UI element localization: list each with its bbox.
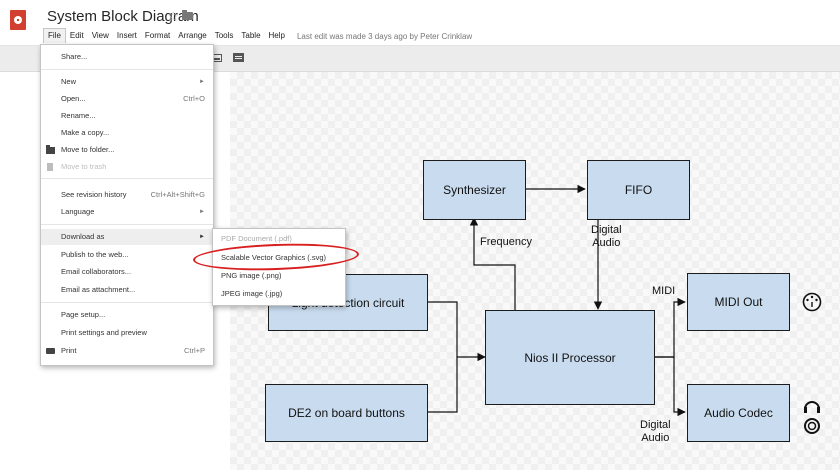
- menu-item-rename[interactable]: Rename...: [41, 108, 213, 124]
- menu-item-new[interactable]: New ►: [41, 74, 213, 90]
- node-audio-codec[interactable]: Audio Codec: [687, 384, 790, 442]
- edge-nios-audio: [654, 356, 686, 417]
- edge-nios-midi: [654, 297, 686, 358]
- node-synthesizer[interactable]: Synthesizer: [423, 160, 526, 220]
- submenu-arrow-icon: ►: [199, 79, 205, 85]
- menu-separator: [41, 224, 213, 225]
- node-buttons[interactable]: DE2 on board buttons: [265, 384, 428, 442]
- label-digital-audio-top: Digital Audio: [591, 224, 622, 249]
- folder-icon: [46, 145, 55, 154]
- node-fifo[interactable]: FIFO: [587, 160, 690, 220]
- label-midi: MIDI: [652, 285, 676, 297]
- menu-item-language[interactable]: Language ►: [41, 204, 213, 220]
- menu-separator: [41, 302, 213, 303]
- menu-item-email-attachment[interactable]: Email as attachment...: [41, 282, 213, 298]
- menu-separator: [41, 178, 213, 179]
- node-nios-processor[interactable]: Nios II Processor: [485, 310, 655, 405]
- menu-item-email-collaborators[interactable]: Email collaborators...: [41, 264, 213, 280]
- menu-item-publish[interactable]: Publish to the web...: [41, 247, 213, 263]
- menu-item-move-to-folder[interactable]: Move to folder...: [41, 142, 213, 158]
- trash-icon: [47, 163, 53, 171]
- menu-item-revision-history[interactable]: See revision history Ctrl+Alt+Shift+G: [41, 187, 213, 203]
- label-frequency: Frequency: [480, 236, 532, 248]
- submenu-item-jpeg[interactable]: JPEG image (.jpg): [213, 285, 345, 302]
- menu-item-print-settings[interactable]: Print settings and preview: [41, 325, 213, 341]
- midi-connector-icon: [802, 292, 822, 312]
- edge-buttons-nios: [427, 357, 458, 413]
- node-midi-out[interactable]: MIDI Out: [687, 273, 790, 331]
- menu-item-share[interactable]: Share...: [41, 49, 213, 65]
- menu-item-open[interactable]: Open... Ctrl+O: [41, 91, 213, 107]
- submenu-arrow-icon: ►: [199, 234, 205, 240]
- printer-icon: [46, 348, 55, 354]
- file-menu: Share... New ► Open... Ctrl+O Rename... Ma…: [40, 44, 214, 366]
- menu-item-move-to-trash: Move to trash: [41, 159, 213, 175]
- menu-separator: [41, 69, 213, 70]
- menu-item-download-as[interactable]: Download as ►: [41, 229, 213, 245]
- menu-item-make-copy[interactable]: Make a copy...: [41, 125, 213, 141]
- menu-item-print[interactable]: Print Ctrl+P: [41, 343, 213, 359]
- submenu-arrow-icon: ►: [199, 209, 205, 215]
- label-digital-audio-bottom: Digital Audio: [640, 419, 671, 444]
- edge-light-nios: [427, 301, 486, 362]
- headphones-icon: [804, 401, 820, 434]
- edge-nios-synth: [469, 217, 516, 310]
- menu-item-page-setup[interactable]: Page setup...: [41, 307, 213, 323]
